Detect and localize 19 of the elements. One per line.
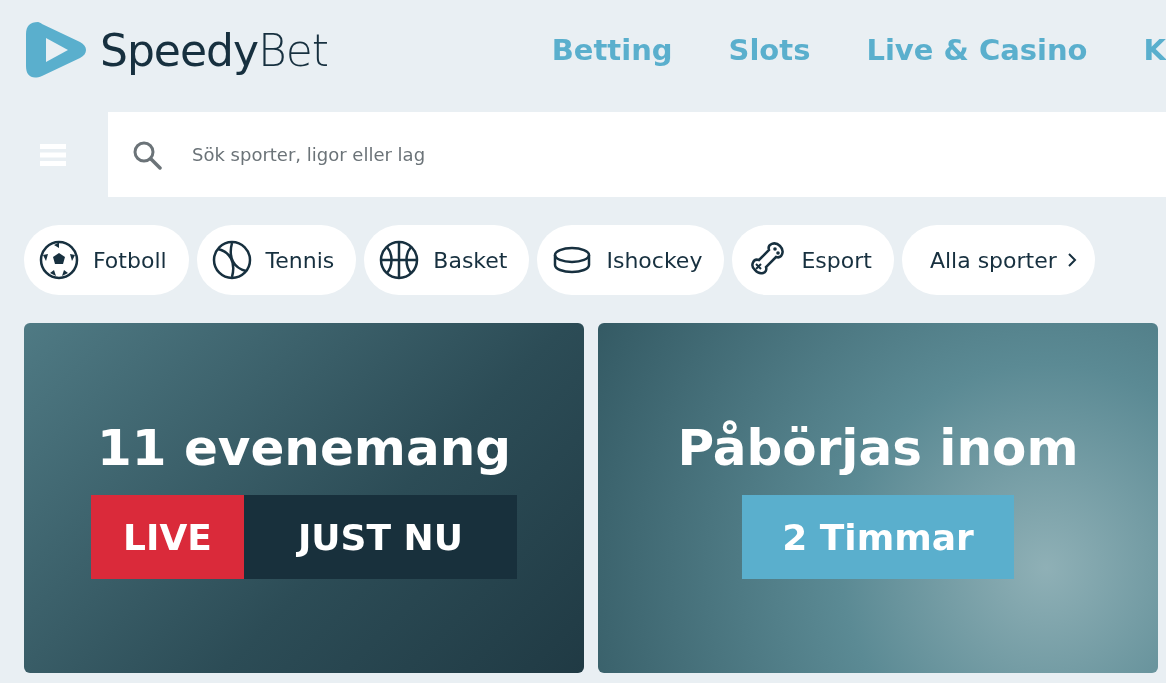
sport-chip[interactable]: Tennis bbox=[196, 225, 357, 295]
banner-label: LIVE bbox=[91, 495, 244, 579]
search-field[interactable]: Sök sporter, ligor eller lag bbox=[108, 112, 1166, 197]
soccer-ball-icon bbox=[39, 240, 79, 280]
banner-title: Påbörjas inom bbox=[677, 419, 1079, 477]
sport-chip[interactable]: Esport bbox=[732, 225, 894, 295]
tennis-ball-icon bbox=[211, 240, 252, 280]
promo-banner[interactable]: 11 evenemang LIVE JUST NU bbox=[24, 323, 584, 673]
basketball-icon bbox=[379, 240, 420, 280]
promo-banner[interactable]: Påbörjas inom 2 Timmar bbox=[598, 323, 1158, 673]
sport-chip[interactable]: Alla sporter bbox=[901, 225, 1095, 295]
sport-chip[interactable]: Basket bbox=[364, 225, 530, 295]
chevron-right-icon bbox=[1066, 252, 1077, 268]
banner-label: JUST NU bbox=[243, 495, 517, 579]
sport-chip[interactable]: Ishockey bbox=[537, 225, 725, 295]
banner-label: 2 Timmar bbox=[742, 495, 1014, 579]
banner-title: 11 evenemang bbox=[96, 419, 512, 477]
sport-chip[interactable]: Fotboll bbox=[24, 225, 189, 295]
logo-text: SpeedyBet bbox=[100, 24, 329, 76]
